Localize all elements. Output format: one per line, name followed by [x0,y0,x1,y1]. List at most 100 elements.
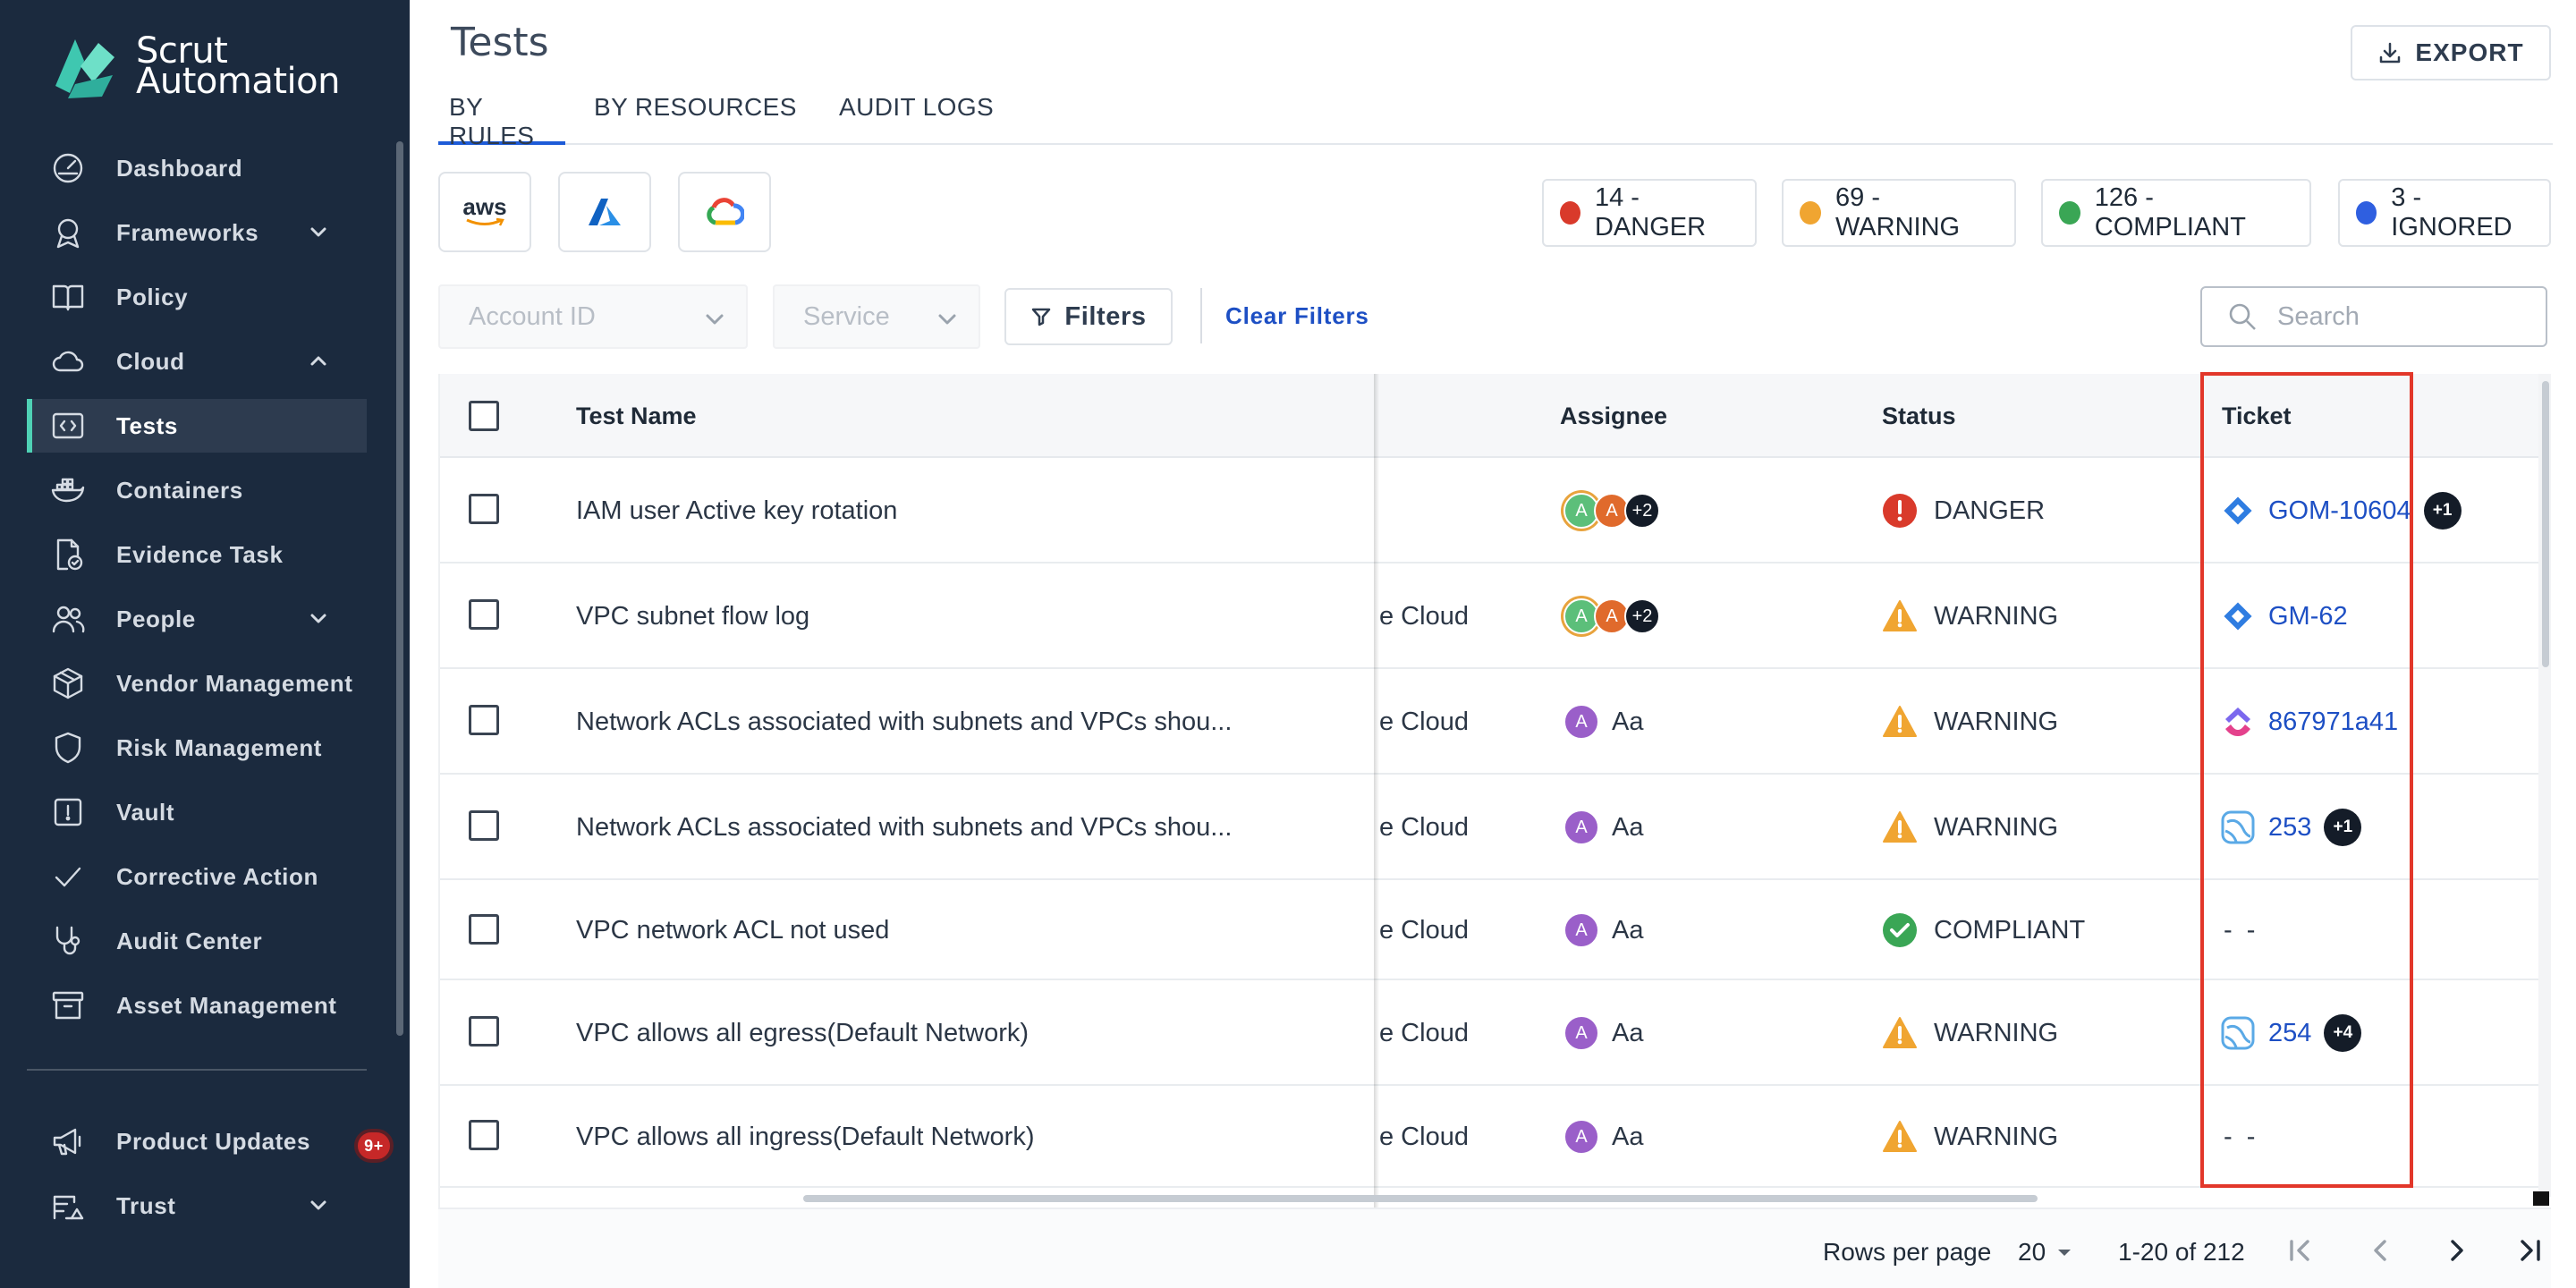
sidebar-item-label: Tests [116,411,178,439]
chevron-down-icon[interactable] [306,220,331,245]
sidebar-item-evidence-task[interactable]: Evidence Task [27,522,367,587]
account-id-select[interactable]: Account ID [438,284,748,349]
sidebar-item-label: Vault [116,798,175,826]
filter-divider [1200,288,1202,343]
tab-audit-logs[interactable]: AUDIT LOGS [839,93,994,145]
header-test-name[interactable]: Test Name [576,402,697,430]
table-vertical-scrollbar[interactable] [2542,381,2549,667]
provider-aws-button[interactable]: aws [438,172,531,252]
rows-per-page-select[interactable]: 20 [2018,1238,2074,1267]
sidebar-item-cloud[interactable]: Cloud [27,329,367,394]
row-checkbox[interactable] [469,599,499,630]
warning-icon [1883,1017,1917,1048]
row-checkbox[interactable] [469,1016,499,1046]
warning-icon [1883,811,1917,843]
assignee-cell[interactable]: A Aa [1563,1086,1643,1188]
stat-danger-chip[interactable]: 14 - DANGER [1542,179,1757,247]
cloud-cell: e Cloud [1379,601,1469,631]
assignee-cell[interactable]: A Aa [1563,980,1643,1086]
assignee-cell[interactable]: A Aa [1563,669,1643,775]
test-name-cell[interactable]: IAM user Active key rotation [576,458,897,564]
export-button[interactable]: EXPORT [2351,25,2551,80]
next-page-button[interactable] [2436,1231,2476,1270]
sidebar-item-policy[interactable]: Policy [27,265,367,329]
sidebar-item-vault[interactable]: Vault [27,780,367,844]
first-page-button[interactable] [2281,1231,2320,1270]
filters-button[interactable]: Filters [1004,288,1173,345]
stat-ignored-chip[interactable]: 3 - IGNORED [2338,179,2551,247]
sidebar-item-trust[interactable]: Trust [27,1174,367,1238]
sidebar-item-product-updates[interactable]: Product Updates 9+ [27,1109,394,1174]
row-checkbox[interactable] [469,494,499,524]
account-id-placeholder: Account ID [469,301,596,331]
test-name-cell[interactable]: VPC subnet flow log [576,564,809,669]
service-select[interactable]: Service [773,284,980,349]
warning-icon [1883,706,1917,737]
users-icon [50,601,86,637]
test-name-cell[interactable]: VPC network ACL not used [576,880,889,980]
trust-icon [50,1188,86,1224]
last-page-button[interactable] [2510,1231,2549,1270]
avatar: A [1563,809,1599,845]
tab-by-resources[interactable]: BY RESOURCES [594,93,797,145]
tab-label: AUDIT LOGS [839,93,995,121]
sidebar-item-frameworks[interactable]: Frameworks [27,200,367,265]
award-icon [50,215,86,250]
header-status[interactable]: Status [1882,402,1956,430]
row-checkbox[interactable] [469,705,499,735]
provider-google-cloud-button[interactable] [678,172,771,252]
chevron-down-icon[interactable] [306,1193,331,1218]
download-icon [2380,42,2401,64]
header-assignee[interactable]: Assignee [1560,402,1667,430]
test-name-cell[interactable]: Network ACLs associated with subnets and… [576,775,1232,880]
row-checkbox[interactable] [469,914,499,945]
sidebar-item-vendor-management[interactable]: Vendor Management [27,651,367,716]
brand-logo[interactable]: Scrut Automation [48,30,340,102]
box-icon [50,665,86,701]
sidebar-item-label: Cloud [116,347,185,375]
avatar: A [1563,1015,1599,1051]
search-input[interactable]: Search [2200,286,2547,347]
tab-by-rules[interactable]: BY RULES [438,93,565,149]
docker-icon [50,472,86,508]
chevron-down-icon[interactable] [306,606,331,631]
status-cell: WARNING [1882,564,2058,669]
sidebar-item-asset-management[interactable]: Asset Management [27,973,367,1038]
table-horizontal-scrollbar[interactable] [803,1195,2038,1202]
last-page-icon [2521,1240,2540,1261]
cloud-icon [50,343,86,379]
sidebar-scrollbar[interactable] [396,141,403,1036]
test-name-cell[interactable]: Network ACLs associated with subnets and… [576,669,1232,775]
sidebar-item-tests[interactable]: Tests [27,399,367,453]
sidebar-item-label: Evidence Task [116,540,284,568]
clear-filters-link[interactable]: Clear Filters [1225,302,1369,330]
test-name-cell[interactable]: VPC allows all ingress(Default Network) [576,1086,1035,1188]
ticket-count-badge[interactable]: +1 [2423,492,2462,530]
assignee-cell[interactable]: A A +2 [1563,458,1660,564]
status-label: COMPLIANT [1934,915,2086,945]
page-title: Tests [451,20,549,65]
stat-compliant-chip[interactable]: 126 - COMPLIANT [2041,179,2311,247]
chevron-up-icon[interactable] [306,349,331,374]
assignee-cell[interactable]: A Aa [1563,775,1643,880]
warning-icon [1883,1121,1917,1152]
assignee-name: Aa [1612,812,1644,842]
row-checkbox[interactable] [469,810,499,841]
sidebar-item-risk-management[interactable]: Risk Management [27,716,367,780]
assignee-name: Aa [1612,707,1644,736]
previous-page-button[interactable] [2361,1231,2401,1270]
sidebar-item-people[interactable]: People [27,587,367,651]
avatar-group: A A +2 [1563,493,1660,529]
select-all-checkbox[interactable] [469,401,499,431]
provider-azure-button[interactable] [558,172,651,252]
test-name-cell[interactable]: VPC allows all egress(Default Network) [576,980,1029,1086]
row-checkbox[interactable] [469,1120,499,1150]
assignee-cell[interactable]: A A +2 [1563,564,1660,669]
sidebar-item-audit-center[interactable]: Audit Center [27,909,367,973]
stat-warning-chip[interactable]: 69 - WARNING [1782,179,2016,247]
sidebar-item-containers[interactable]: Containers [27,458,367,522]
sidebar-item-dashboard[interactable]: Dashboard [27,136,367,200]
sidebar-item-corrective-action[interactable]: Corrective Action [27,844,367,909]
azure-icon [589,199,621,225]
assignee-cell[interactable]: A Aa [1563,880,1643,980]
